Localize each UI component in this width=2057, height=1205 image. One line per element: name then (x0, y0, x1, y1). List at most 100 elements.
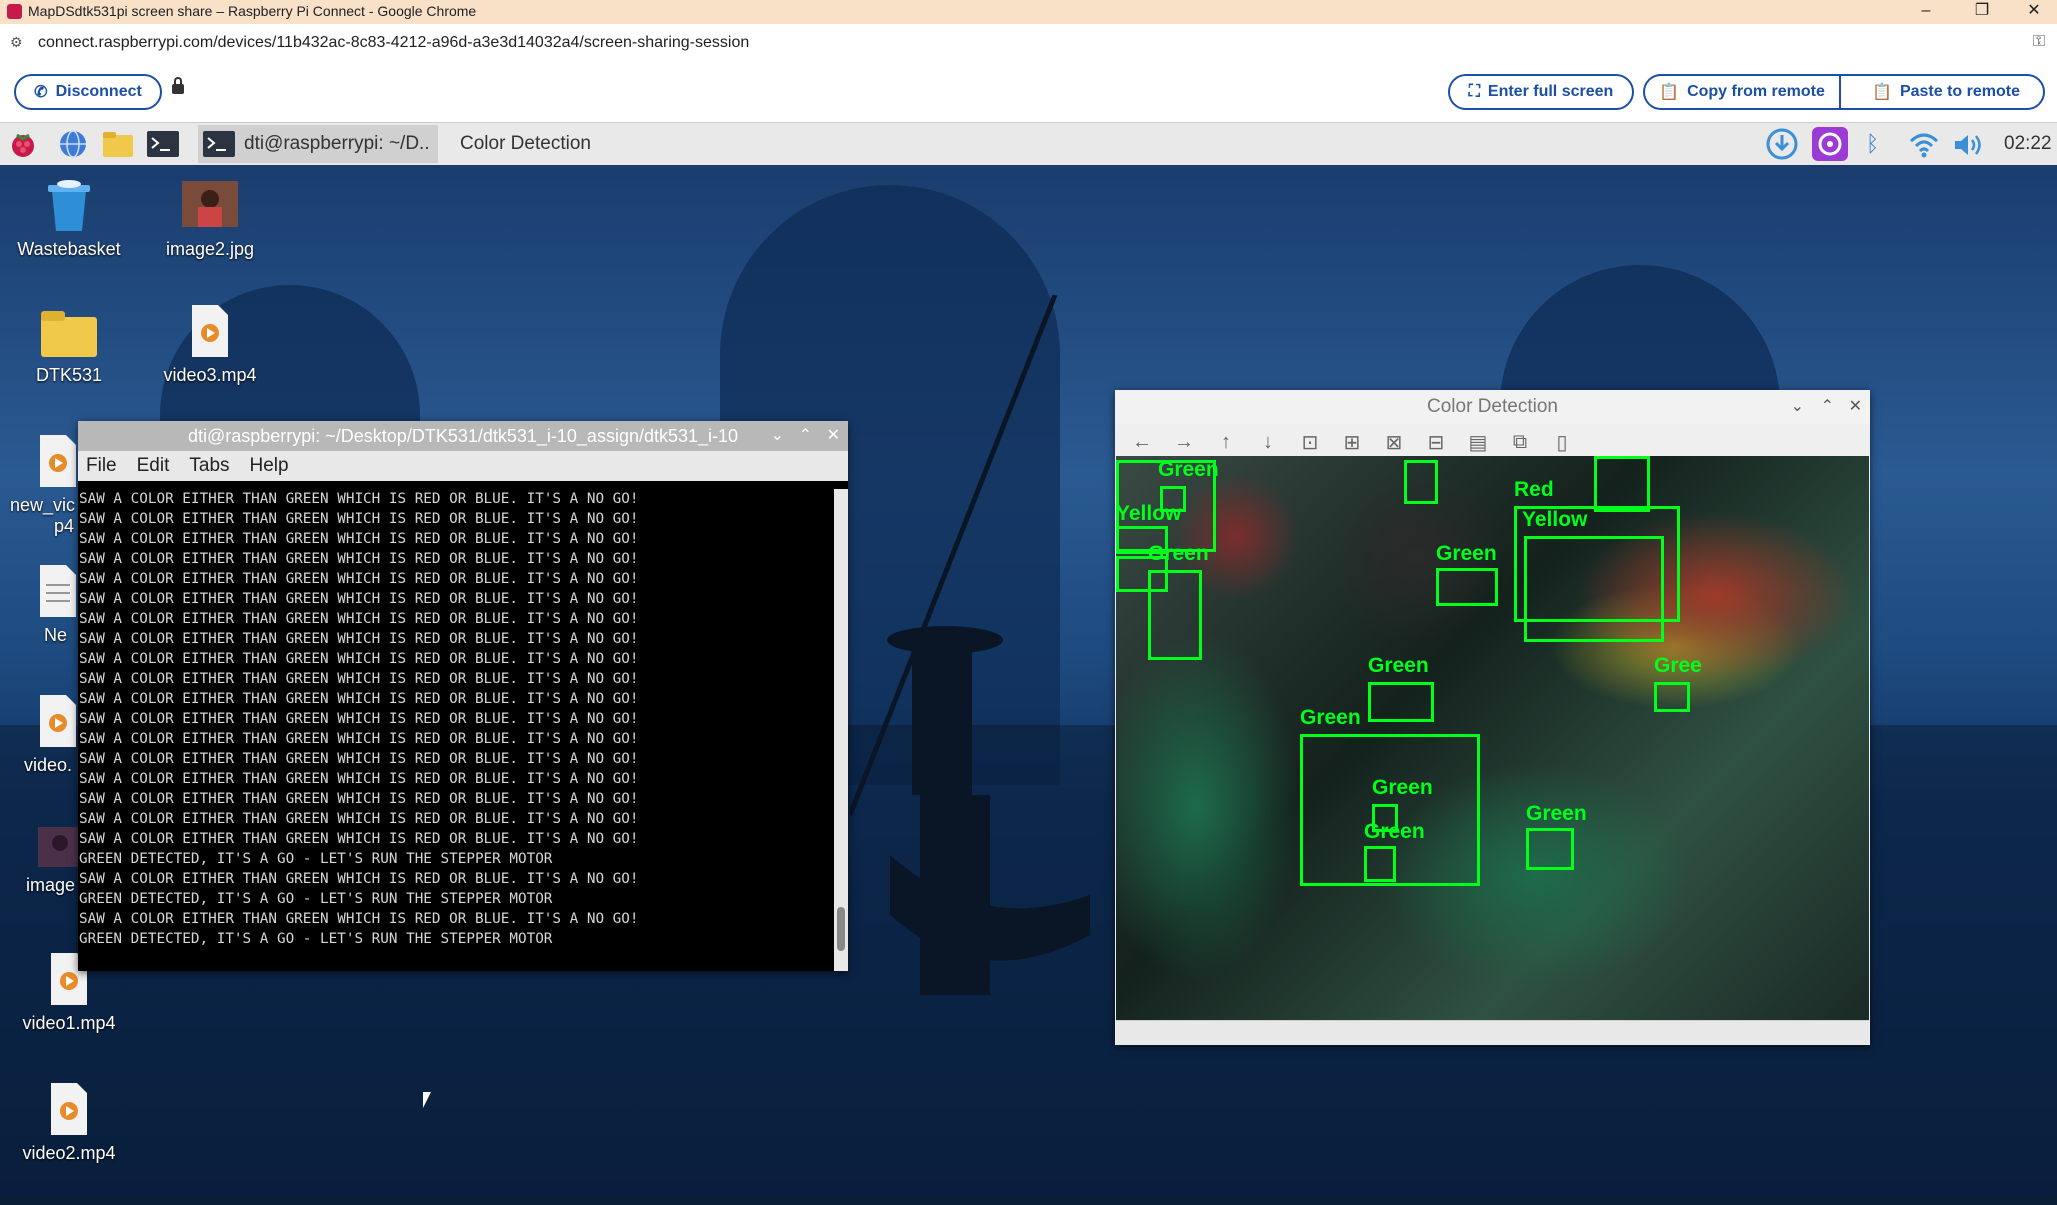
clock[interactable]: 02:22 (2004, 125, 2052, 163)
terminal-titlebar[interactable]: dti@raspberrypi: ~/Desktop/DTK531/dtk531… (78, 421, 848, 451)
copy-from-remote-button[interactable]: 📋 Copy from remote (1645, 76, 1841, 108)
detection-box (1526, 828, 1574, 870)
terminal-line: SAW A COLOR EITHER THAN GREEN WHICH IS R… (79, 611, 639, 627)
download-updates-icon[interactable] (1766, 128, 1798, 166)
terminal-line: SAW A COLOR EITHER THAN GREEN WHICH IS R… (79, 751, 639, 767)
video-partial-desktop-icon[interactable]: video. (0, 693, 76, 776)
terminal-line: SAW A COLOR EITHER THAN GREEN WHICH IS R… (79, 711, 639, 727)
close-icon[interactable]: ✕ (827, 421, 840, 451)
terminal-line: SAW A COLOR EITHER THAN GREEN WHICH IS R… (79, 911, 639, 927)
url-field[interactable]: connect.raspberrypi.com/devices/11b432ac… (38, 34, 749, 52)
terminal-line: SAW A COLOR EITHER THAN GREEN WHICH IS R… (79, 591, 639, 607)
zoom-reset-icon[interactable]: ⊠ (1379, 430, 1409, 455)
wastebasket-label: Wastebasket (17, 239, 121, 259)
detection-label: Gree (1654, 654, 1702, 677)
terminal-line: SAW A COLOR EITHER THAN GREEN WHICH IS R… (79, 631, 639, 647)
image2-desktop-icon[interactable]: image2.jpg (145, 177, 275, 260)
minimize-icon[interactable]: ⌄ (1791, 390, 1804, 424)
zoom-in-icon[interactable]: ⊡ (1295, 430, 1325, 455)
video3-desktop-icon[interactable]: video3.mp4 (145, 303, 275, 386)
minimize-icon[interactable]: – (1904, 0, 1948, 24)
file-manager-icon[interactable] (102, 129, 133, 159)
dtk531-label: DTK531 (35, 365, 103, 385)
terminal-icon (203, 131, 235, 157)
terminal-scrollbar[interactable] (834, 489, 848, 971)
volume-icon[interactable] (1952, 131, 1986, 165)
detection-box (1594, 456, 1650, 512)
detection-label: Green (1372, 776, 1433, 799)
wastebasket-desktop-icon[interactable]: Wastebasket (4, 177, 134, 260)
mouse-cursor-icon (423, 1092, 439, 1108)
menu-tabs[interactable]: Tabs (189, 455, 229, 477)
bluetooth-icon[interactable]: ᛒ (1866, 131, 1879, 157)
pi-taskbar: dti@raspberrypi: ~/D.. Color Detection ᛒ… (0, 123, 2057, 165)
save-image-icon[interactable]: ▤ (1463, 430, 1493, 455)
terminal-line: GREEN DETECTED, IT'S A GO - LET'S RUN TH… (79, 891, 553, 907)
video3-label: video3.mp4 (163, 365, 257, 385)
video2-label: video2.mp4 (22, 1143, 116, 1163)
folder-icon (41, 311, 97, 357)
terminal-line: SAW A COLOR EITHER THAN GREEN WHICH IS R… (79, 831, 639, 847)
menu-edit[interactable]: Edit (137, 455, 170, 477)
new-video-label: new_vic (10, 495, 76, 515)
enter-full-screen-button[interactable]: ⛶ Enter full screen (1448, 74, 1634, 110)
menu-help[interactable]: Help (250, 455, 289, 477)
zoom-out-icon[interactable]: ⊟ (1421, 430, 1451, 455)
wifi-icon[interactable] (1908, 131, 1940, 165)
terminal-launcher-icon[interactable] (146, 129, 180, 159)
video2-desktop-icon[interactable]: video2.mp4 (4, 1081, 134, 1164)
detection-label: Green (1526, 802, 1587, 825)
web-browser-icon[interactable] (58, 129, 88, 159)
terminal-line: GREEN DETECTED, IT'S A GO - LET'S RUN TH… (79, 851, 553, 867)
detection-label: Green (1148, 542, 1209, 565)
terminal-line: SAW A COLOR EITHER THAN GREEN WHICH IS R… (79, 491, 639, 507)
copy-image-icon[interactable]: ⧉ (1505, 431, 1535, 454)
zoom-fit-icon[interactable]: ⊞ (1337, 430, 1367, 455)
dtk531-folder-icon[interactable]: DTK531 (4, 307, 134, 386)
color-detection-task-button[interactable]: Color Detection (460, 125, 591, 163)
maximize-icon[interactable]: ⌃ (1821, 390, 1834, 424)
detection-label: Yellow (1116, 502, 1182, 525)
pan-right-icon[interactable]: → (1169, 431, 1199, 454)
properties-icon[interactable]: ▯ (1547, 430, 1577, 455)
image-thumbnail-icon (182, 181, 238, 227)
menu-file[interactable]: File (86, 455, 117, 477)
raspberry-menu-icon[interactable] (8, 129, 38, 159)
detection-box (1436, 568, 1498, 606)
paste-label: Paste to remote (1899, 83, 2020, 100)
viewer-task-label: Color Detection (460, 133, 591, 154)
restore-icon[interactable]: ❐ (1960, 0, 2004, 24)
terminal-task-button[interactable]: dti@raspberrypi: ~/D.. (198, 125, 438, 163)
document-icon (40, 565, 76, 617)
maximize-icon[interactable]: ⌃ (799, 421, 812, 451)
disconnect-button[interactable]: ✆ Disconnect (14, 74, 162, 110)
pan-left-icon[interactable]: ← (1127, 431, 1157, 454)
close-window-icon[interactable]: ✕ (2012, 0, 2056, 24)
terminal-line: SAW A COLOR EITHER THAN GREEN WHICH IS R… (79, 651, 639, 667)
viewer-toolbar: ← → ↑ ↓ ⊡ ⊞ ⊠ ⊟ ▤ ⧉ ▯ (1115, 424, 1870, 460)
detection-box (1364, 846, 1396, 882)
minimize-icon[interactable]: ⌄ (771, 421, 784, 451)
video-partial-label: video. (24, 755, 73, 775)
browser-titlebar: MapDSdtk531pi screen share – Raspberry P… (0, 0, 2057, 24)
lock-icon (172, 77, 184, 94)
terminal-line: SAW A COLOR EITHER THAN GREEN WHICH IS R… (79, 511, 639, 527)
viewer-statusbar (1116, 1020, 1869, 1045)
detection-label: Green (1436, 542, 1497, 565)
color-detection-window: Color Detection ⌄ ⌃ ✕ ← → ↑ ↓ ⊡ ⊞ ⊠ ⊟ ▤ … (1115, 390, 1870, 1045)
close-icon[interactable]: ✕ (1849, 390, 1862, 424)
image-partial-desktop-icon[interactable]: image (0, 825, 78, 896)
detection-label: Green (1368, 654, 1429, 677)
new-document-desktop-icon[interactable]: Ne (0, 563, 76, 646)
terminal-output[interactable]: SAW A COLOR EITHER THAN GREEN WHICH IS R… (78, 489, 834, 971)
scrollbar-thumb[interactable] (837, 907, 845, 951)
terminal-line: SAW A COLOR EITHER THAN GREEN WHICH IS R… (79, 791, 639, 807)
paste-to-remote-button[interactable]: 📋 Paste to remote (1849, 76, 2043, 108)
viewer-titlebar[interactable]: Color Detection ⌄ ⌃ ✕ (1115, 390, 1870, 424)
connect-sharing-icon[interactable] (1811, 126, 1849, 168)
password-key-icon[interactable]: ⚿ (2033, 33, 2045, 51)
new-video-desktop-icon[interactable]: new_vic p4 (0, 433, 76, 537)
pan-down-icon[interactable]: ↓ (1253, 431, 1283, 454)
pan-up-icon[interactable]: ↑ (1211, 431, 1241, 454)
site-info-icon[interactable]: ⚙ (10, 34, 23, 51)
